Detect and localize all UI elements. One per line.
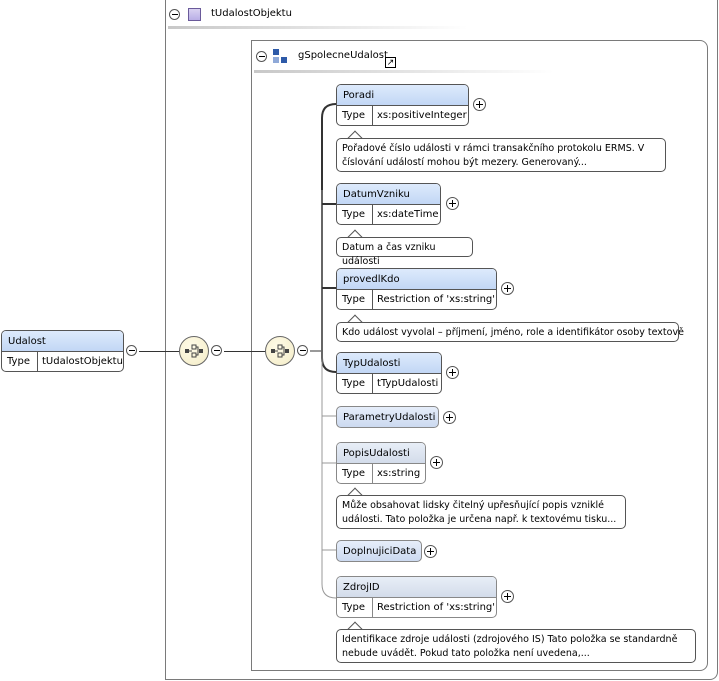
type-value: Restriction of 'xs:string' — [377, 294, 496, 305]
element-doplnujicidata[interactable]: DoplnujiciData — [336, 540, 422, 562]
expand-icon[interactable] — [446, 366, 459, 379]
element-name: TypUdalosti — [337, 353, 441, 374]
doc-line: Identifikace zdroje události (zdrojového… — [342, 634, 678, 645]
documentation-note: Kdo událost vyvolal – příjmení, jméno, r… — [336, 322, 684, 342]
expand-icon[interactable] — [501, 590, 514, 603]
element-name: PopisUdalosti — [337, 443, 425, 464]
type-label: Type — [337, 464, 373, 483]
doc-line: Kdo událost vyvolal – příjmení, jméno, r… — [342, 327, 684, 338]
type-label: Type — [337, 106, 373, 125]
element-typudalosti[interactable]: TypUdalosti Type tTypUdalosti — [336, 352, 442, 394]
expand-icon[interactable] — [443, 411, 456, 424]
type-value: xs:string — [377, 468, 421, 479]
documentation-note: Pořadové číslo události v rámci transakč… — [336, 138, 666, 172]
element-provedlkdo[interactable]: provedlKdo Type Restriction of 'xs:strin… — [336, 268, 497, 310]
type-value: xs:positiveInteger — [377, 110, 467, 121]
element-popisudalosti[interactable]: PopisUdalosti Type xs:string — [336, 442, 426, 484]
expand-icon[interactable] — [430, 456, 443, 469]
type-label: Type — [337, 290, 373, 309]
type-label: Type — [337, 598, 373, 617]
documentation-note: Může obsahovat lidsky čitelný upřesňujíc… — [336, 495, 626, 529]
expand-icon[interactable] — [424, 545, 437, 558]
element-name: provedlKdo — [337, 269, 496, 290]
element-parametryudalosti[interactable]: ParametryUdalosti — [336, 406, 439, 428]
doc-line: Pořadové číslo události v rámci transakč… — [342, 143, 645, 154]
doc-line: nebude uvádět. Pokud tato položka není u… — [342, 648, 590, 659]
expand-icon[interactable] — [473, 98, 486, 111]
doc-line: číslování událostí mohou být mezery. Gen… — [342, 157, 587, 168]
expand-icon[interactable] — [446, 197, 459, 210]
type-value: tTypUdalosti — [377, 378, 439, 389]
type-value: xs:dateTime — [377, 209, 439, 220]
element-name: DatumVzniku — [337, 184, 440, 205]
element-name: Poradi — [337, 85, 468, 106]
element-poradi[interactable]: Poradi Type xs:positiveInteger — [336, 84, 469, 126]
documentation-note: Datum a čas vzniku události — [336, 237, 473, 267]
element-name: ZdrojID — [337, 577, 496, 598]
element-zdrojid[interactable]: ZdrojID Type Restriction of 'xs:string' — [336, 576, 497, 618]
type-label: Type — [337, 374, 373, 393]
doc-line: Může obsahovat lidsky čitelný upřesňujíc… — [342, 500, 604, 511]
element-datumvzniku[interactable]: DatumVzniku Type xs:dateTime — [336, 183, 441, 225]
type-label: Type — [337, 205, 373, 224]
type-value: Restriction of 'xs:string' — [377, 602, 496, 613]
doc-line: Datum a čas vzniku události — [342, 242, 436, 267]
doc-line: události. Tato položka je určena např. k… — [342, 514, 617, 525]
documentation-note: Identifikace zdroje události (zdrojového… — [336, 629, 696, 663]
expand-icon[interactable] — [501, 282, 514, 295]
